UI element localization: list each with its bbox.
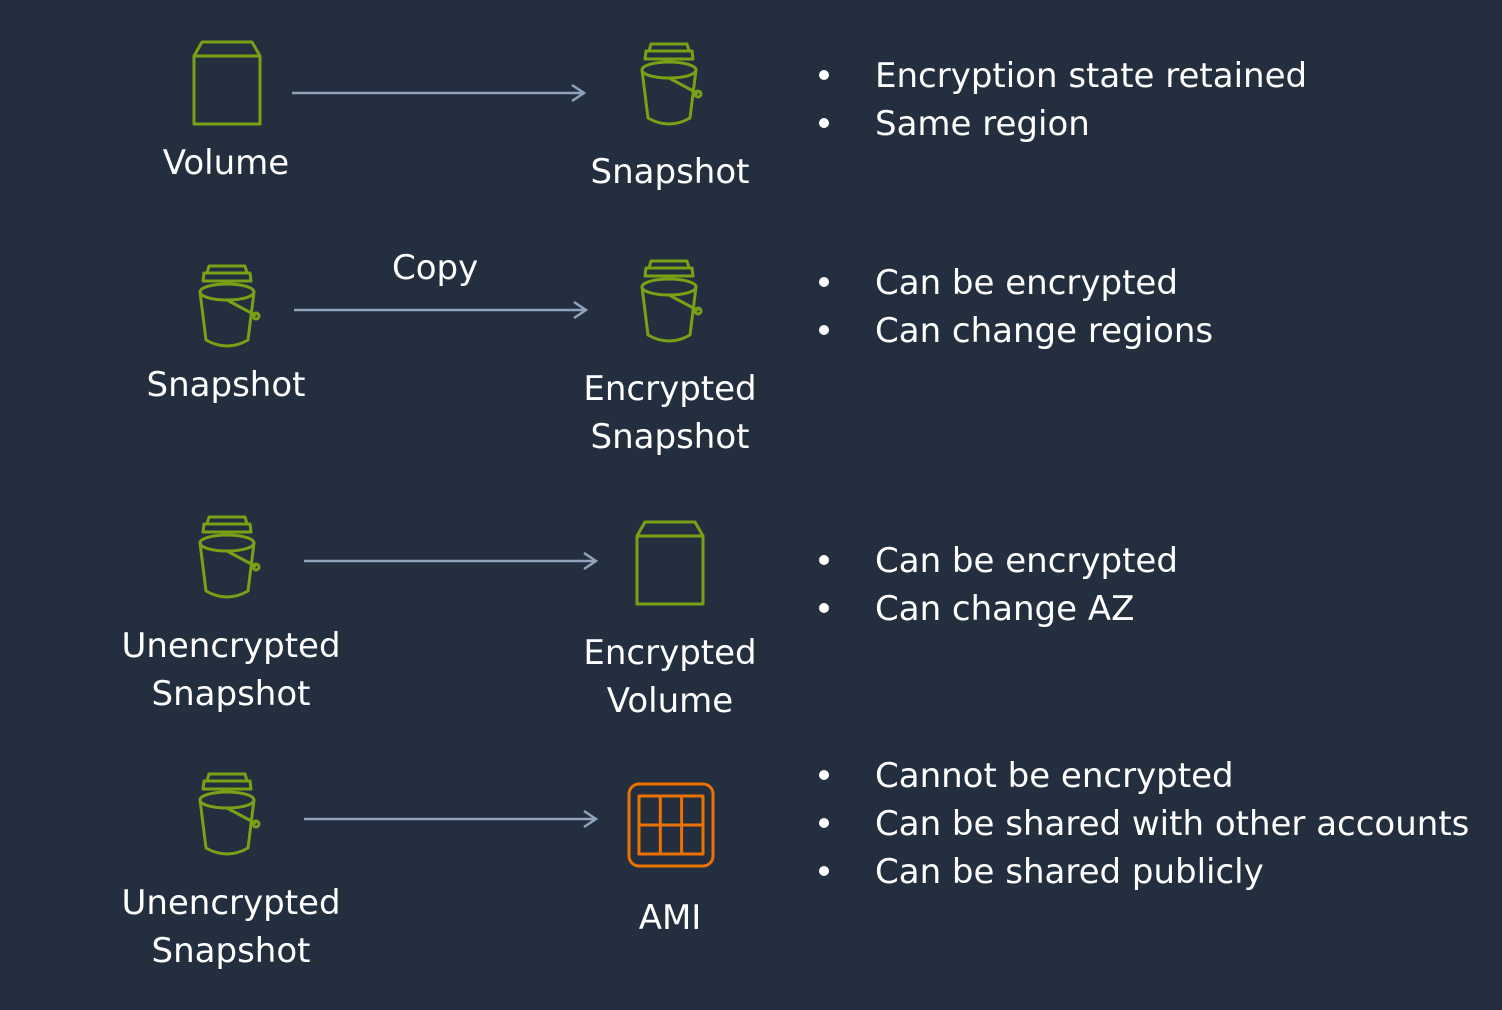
volume-icon	[192, 40, 262, 126]
bullet-text: Same region	[875, 104, 1090, 144]
label-line: Encrypted	[583, 633, 757, 673]
bullet-item: Can be shared with other accounts	[819, 800, 1469, 848]
volume-icon	[635, 520, 705, 606]
row4-target-label: AMI	[570, 894, 770, 942]
bullet-dot	[819, 555, 829, 565]
diagram-slide: Volume Snapshot Encryption state retaine…	[0, 0, 1502, 1010]
bullet-text: Cannot be encrypted	[875, 756, 1234, 796]
bullet-item: Can change regions	[819, 307, 1213, 355]
label-line: Unencrypted	[121, 626, 341, 666]
bullet-item: Can be shared publicly	[819, 848, 1469, 896]
row4-source-label: Unencrypted Snapshot	[116, 879, 346, 975]
bullet-text: Encryption state retained	[875, 56, 1308, 96]
arrow	[294, 300, 589, 320]
bullet-text: Can change AZ	[875, 589, 1135, 629]
bullet-dot	[819, 118, 829, 128]
bullet-item: Can be encrypted	[819, 537, 1178, 585]
row1-bullet-list: Encryption state retained Same region	[819, 52, 1307, 148]
snapshot-icon	[198, 772, 261, 856]
bullet-text: Can be encrypted	[875, 541, 1178, 581]
bullet-item: Encryption state retained	[819, 52, 1307, 100]
snapshot-icon	[198, 515, 261, 599]
row1-source-label: Volume	[126, 139, 326, 187]
label-line: Unencrypted	[121, 883, 341, 923]
row2-source-label: Snapshot	[126, 361, 326, 409]
label-line: Snapshot	[590, 417, 750, 457]
row3-target-label: Encrypted Volume	[570, 629, 770, 725]
label-line: Volume	[606, 681, 734, 721]
bullet-item: Can change AZ	[819, 585, 1178, 633]
ami-icon	[627, 782, 715, 868]
label-line: Volume	[162, 143, 290, 183]
snapshot-icon	[640, 259, 703, 343]
label-line: Snapshot	[590, 152, 750, 192]
label-line: Snapshot	[146, 365, 306, 405]
row4-bullet-list: Cannot be encrypted Can be shared with o…	[819, 752, 1469, 896]
copy-label: Copy	[392, 248, 479, 288]
bullet-dot	[819, 866, 829, 876]
bullet-item: Can be encrypted	[819, 259, 1213, 307]
row3-source-label: Unencrypted Snapshot	[116, 622, 346, 718]
bullet-text: Can be shared publicly	[875, 852, 1264, 892]
row3-bullet-list: Can be encrypted Can change AZ	[819, 537, 1178, 633]
label-line: Snapshot	[151, 674, 311, 714]
snapshot-icon	[640, 42, 703, 126]
bullet-item: Cannot be encrypted	[819, 752, 1469, 800]
bullet-item: Same region	[819, 100, 1307, 148]
bullet-text: Can change regions	[875, 311, 1214, 351]
bullet-text: Can be shared with other accounts	[875, 804, 1470, 844]
label-line: Snapshot	[151, 931, 311, 971]
bullet-dot	[819, 770, 829, 780]
bullet-text: Can be encrypted	[875, 263, 1178, 303]
arrow	[292, 83, 587, 103]
label-line: Encrypted	[583, 369, 757, 409]
row2-bullet-list: Can be encrypted Can change regions	[819, 259, 1213, 355]
arrow	[304, 551, 599, 571]
row2-target-label: Encrypted Snapshot	[570, 365, 770, 461]
arrow	[304, 809, 599, 829]
snapshot-icon	[198, 264, 261, 348]
bullet-dot	[819, 325, 829, 335]
label-line: AMI	[638, 898, 702, 938]
bullet-dot	[819, 70, 829, 80]
bullet-dot	[819, 603, 829, 613]
bullet-dot	[819, 818, 829, 828]
row1-target-label: Snapshot	[570, 148, 770, 196]
bullet-dot	[819, 277, 829, 287]
